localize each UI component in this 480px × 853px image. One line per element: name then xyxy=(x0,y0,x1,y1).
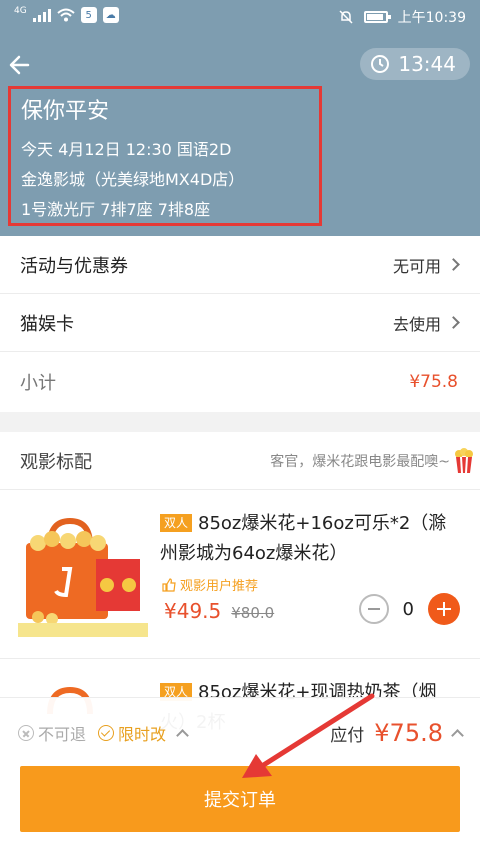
wifi-icon xyxy=(57,8,75,22)
snack-header: 观影标配 客官，爆米花跟电影最配噢~ xyxy=(0,432,480,490)
battery-icon xyxy=(363,11,391,23)
movie-title: 保你平安 xyxy=(21,99,110,124)
checkout-bar: 不可退 限时改 应付 ¥75.8 提交订单 xyxy=(0,697,480,853)
chevron-up-icon xyxy=(451,728,464,742)
limited-change-policy: 限时改 xyxy=(98,721,166,745)
card-value-wrap: 去使用 xyxy=(392,311,460,335)
ticket-policies[interactable]: 不可退 限时改 xyxy=(18,721,189,745)
countdown-timer: 13:44 xyxy=(360,48,470,80)
snack-name: 双人 85oz爆米花+16oz可乐*2（滁州影城为64oz爆米花） xyxy=(160,509,460,569)
snack-name-text: 85oz爆米花+16oz可乐*2（滁州影城为64oz爆米花） xyxy=(160,513,447,564)
subtotal-value: ¥75.8 xyxy=(409,372,458,392)
payable-amount[interactable]: 应付 ¥75.8 xyxy=(330,719,464,747)
snack-combo-image xyxy=(18,511,148,637)
card-label: 猫娱卡 xyxy=(20,313,74,335)
back-arrow-icon[interactable] xyxy=(6,50,36,80)
mute-bell-icon xyxy=(339,10,353,24)
snack-tip: 客官，爆米花跟电影最配噢~ xyxy=(270,453,450,470)
subtotal-row: 小计 ¥75.8 xyxy=(0,352,480,412)
shield-app-icon: 5 xyxy=(80,7,97,23)
network-type: 4G xyxy=(14,6,27,16)
cloud-app-icon: ☁ xyxy=(102,7,119,23)
card-value: 去使用 xyxy=(392,314,441,334)
status-right: 上午10:39 xyxy=(338,7,466,27)
showtime: 今天 4月12日 12:30 国语2D xyxy=(21,140,232,159)
pay-amount: ¥75.8 xyxy=(374,719,443,747)
chevron-right-icon xyxy=(447,316,460,329)
quantity-stepper: 0 xyxy=(358,593,460,625)
cinema-name: 金逸影城（光美绿地MX4D店） xyxy=(21,170,245,189)
snack-title: 观影标配 xyxy=(20,451,92,473)
coupon-value: 无可用 xyxy=(392,256,441,276)
circle-check-icon xyxy=(98,725,115,741)
minus-button[interactable] xyxy=(358,594,389,624)
snack-item: 双人 85oz爆米花+16oz可乐*2（滁州影城为64oz爆米花） 观影用户推荐 … xyxy=(0,491,480,659)
plus-button[interactable] xyxy=(428,593,460,625)
movie-info-box: 保你平安 今天 4月12日 12:30 国语2D 金逸影城（光美绿地MX4D店）… xyxy=(8,86,322,226)
seat-info: 1号激光厅 7排7座 7排8座 xyxy=(21,200,211,219)
circle-x-icon xyxy=(18,725,34,741)
status-left: 4G 5 ☁ xyxy=(14,6,119,23)
pay-label: 应付 xyxy=(330,725,365,746)
order-options: 活动与优惠券 无可用 猫娱卡 去使用 小计 ¥75.8 xyxy=(0,236,480,412)
recommend-text: 观影用户推荐 xyxy=(180,579,259,594)
coupon-value-wrap: 无可用 xyxy=(392,253,460,277)
no-refund-label: 不可退 xyxy=(38,725,87,744)
thumbs-up-icon xyxy=(162,577,176,592)
submit-order-button[interactable]: 提交订单 xyxy=(20,766,460,832)
chevron-right-icon xyxy=(447,258,460,271)
recommend-badge: 观影用户推荐 xyxy=(162,575,258,594)
no-refund-policy: 不可退 xyxy=(18,721,86,745)
timer-value: 13:44 xyxy=(398,52,456,76)
checkout-summary: 不可退 限时改 应付 ¥75.8 xyxy=(18,716,464,750)
snack-old-price: ¥80.0 xyxy=(231,604,275,622)
snack-price: ¥49.5 xyxy=(164,599,222,623)
order-header: 13:44 保你平安 今天 4月12日 12:30 国语2D 金逸影城（光美绿地… xyxy=(0,32,480,236)
clock: 上午10:39 xyxy=(397,10,466,26)
card-row[interactable]: 猫娱卡 去使用 xyxy=(0,294,480,352)
coupon-label: 活动与优惠券 xyxy=(20,255,128,277)
chevron-up-icon xyxy=(176,728,189,742)
limited-change-label: 限时改 xyxy=(118,725,167,744)
subtotal-label: 小计 xyxy=(20,373,56,394)
status-bar: 4G 5 ☁ 上午10:39 xyxy=(0,0,480,32)
clock-icon xyxy=(371,55,390,73)
double-tag: 双人 xyxy=(160,514,193,532)
popcorn-icon xyxy=(455,447,473,473)
snack-prices: ¥49.5 ¥80.0 xyxy=(164,599,274,623)
quantity-value: 0 xyxy=(402,598,414,620)
snack-tip-wrap: 客官，爆米花跟电影最配噢~ xyxy=(270,447,480,474)
coupon-row[interactable]: 活动与优惠券 无可用 xyxy=(0,236,480,294)
signal-icon xyxy=(32,8,51,22)
